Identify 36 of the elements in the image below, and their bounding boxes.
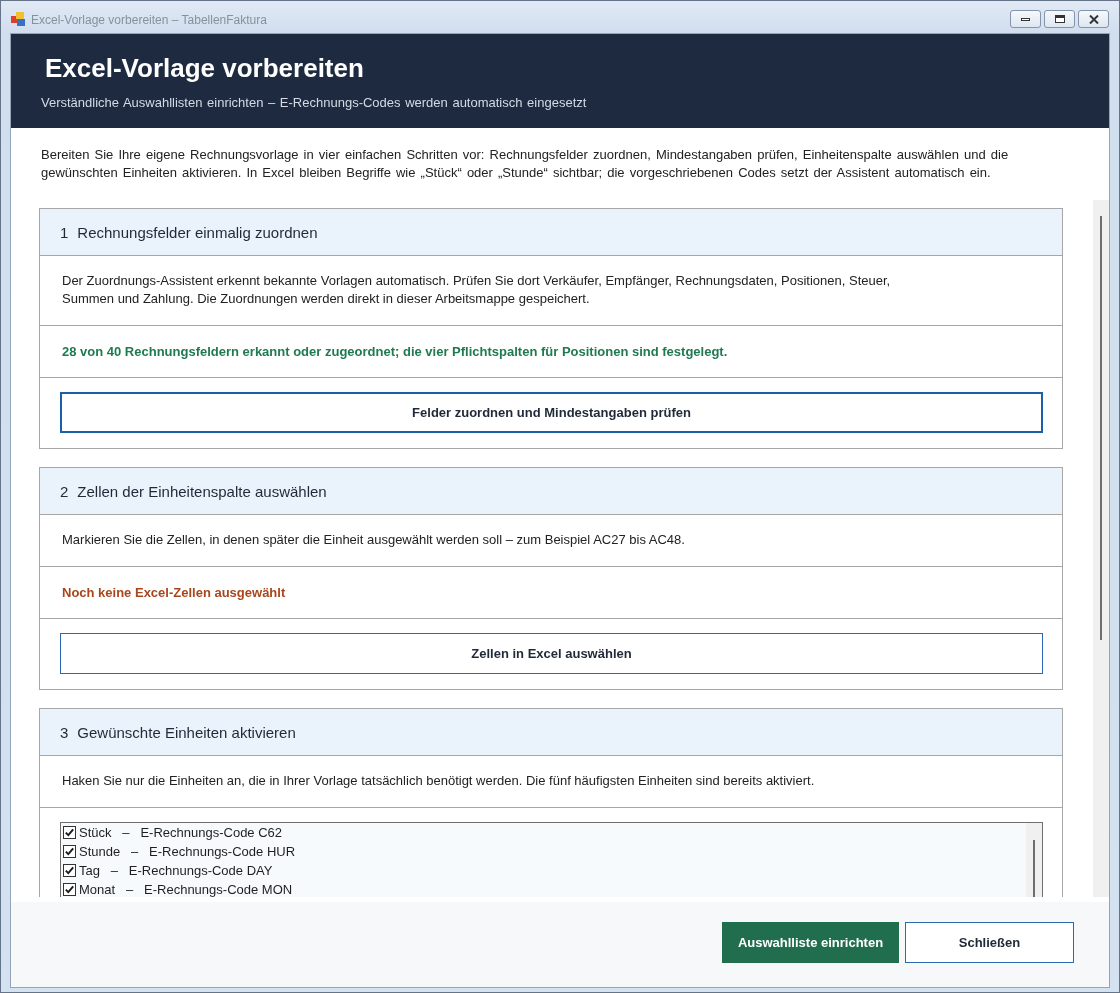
- checkbox[interactable]: [63, 845, 76, 858]
- maximize-icon: [1054, 15, 1065, 23]
- step-description: Der Zuordnungs-Assistent erkennt bekannte Vorlagen automatisch. Prüfen Sie dort Verkäufer, Empfänger, Rechnungsdaten, Positionen, Steuer, Summen und Zahlung. Die Zuordnungen werden direkt in dieser Arbeitsmappe gespeichert.: [62, 272, 892, 308]
- app-icon: [11, 12, 25, 26]
- scrollbar-thumb[interactable]: [1100, 216, 1102, 640]
- close-button[interactable]: [1078, 10, 1109, 28]
- action-button[interactable]: Felder zuordnen und Mindestangaben prüfen: [60, 392, 1043, 433]
- unit-label[interactable]: Monat – E-Rechnungs-Code MON: [79, 882, 293, 897]
- page-subtitle: Verständliche Auswahllisten einrichten – E-Rechnungs-Codes werden automatisch eingesetzt: [41, 94, 588, 112]
- step-description: Haken Sie nur die Einheiten an, die in Ihrer Vorlage tatsächlich benötigt werden. Die fünf häufigsten Einheiten sind bereits aktiviert.: [62, 772, 815, 790]
- secondary-button[interactable]: Schließen: [905, 922, 1074, 963]
- step-description: Markieren Sie die Zellen, in denen später die Einheit ausgewählt werden soll – zum Beispiel AC27 bis AC48.: [62, 531, 685, 549]
- minimize-button[interactable]: [1010, 10, 1041, 28]
- action-button[interactable]: Zellen in Excel auswählen: [60, 633, 1043, 674]
- unit-label[interactable]: Tag – E-Rechnungs-Code DAY: [79, 863, 273, 878]
- window-title: Excel-Vorlage vorbereiten – TabellenFaktura: [31, 13, 267, 27]
- step-number: 2: [60, 482, 69, 500]
- checkbox[interactable]: [63, 826, 76, 839]
- checkbox[interactable]: [63, 864, 76, 877]
- intro-text: Bereiten Sie Ihre eigene Rechnungsvorlage in vier einfachen Schritten vor: Rechnungsfelder zuordnen, Mindestangaben prüfen, Einheitenspalte auswählen und die gewünschten Einheiten aktivieren. In Excel bleiben Begriffe wie „Stück“ oder „Stunde“ sichtbar; die vorgeschriebenen Codes setzt der Assistent automatisch ein.: [41, 146, 1010, 182]
- close-icon: [1088, 14, 1099, 24]
- step-title: Gewünschte Einheiten aktivieren: [77, 723, 296, 741]
- primary-button[interactable]: Auswahlliste einrichten: [722, 922, 899, 963]
- minimize-icon: [1021, 17, 1030, 21]
- step-number: 1: [60, 223, 69, 241]
- scrollbar[interactable]: [1093, 200, 1109, 897]
- status-message: 28 von 40 Rechnungsfeldern erkannt oder zugeordnet; die vier Pflichtspalten für Positionen sind festgelegt.: [62, 344, 728, 359]
- unit-label[interactable]: Stunde – E-Rechnungs-Code HUR: [79, 844, 296, 859]
- step-title: Rechnungsfelder einmalig zuordnen: [77, 223, 318, 241]
- step-number: 3: [60, 723, 69, 741]
- checkbox[interactable]: [63, 883, 76, 896]
- page-title: Excel-Vorlage vorbereiten: [45, 52, 365, 84]
- status-message: Noch keine Excel-Zellen ausgewählt: [62, 585, 286, 600]
- step-title: Zellen der Einheitenspalte auswählen: [77, 482, 327, 500]
- unit-label[interactable]: Stück – E-Rechnungs-Code C62: [79, 825, 283, 840]
- maximize-button[interactable]: [1044, 10, 1075, 28]
